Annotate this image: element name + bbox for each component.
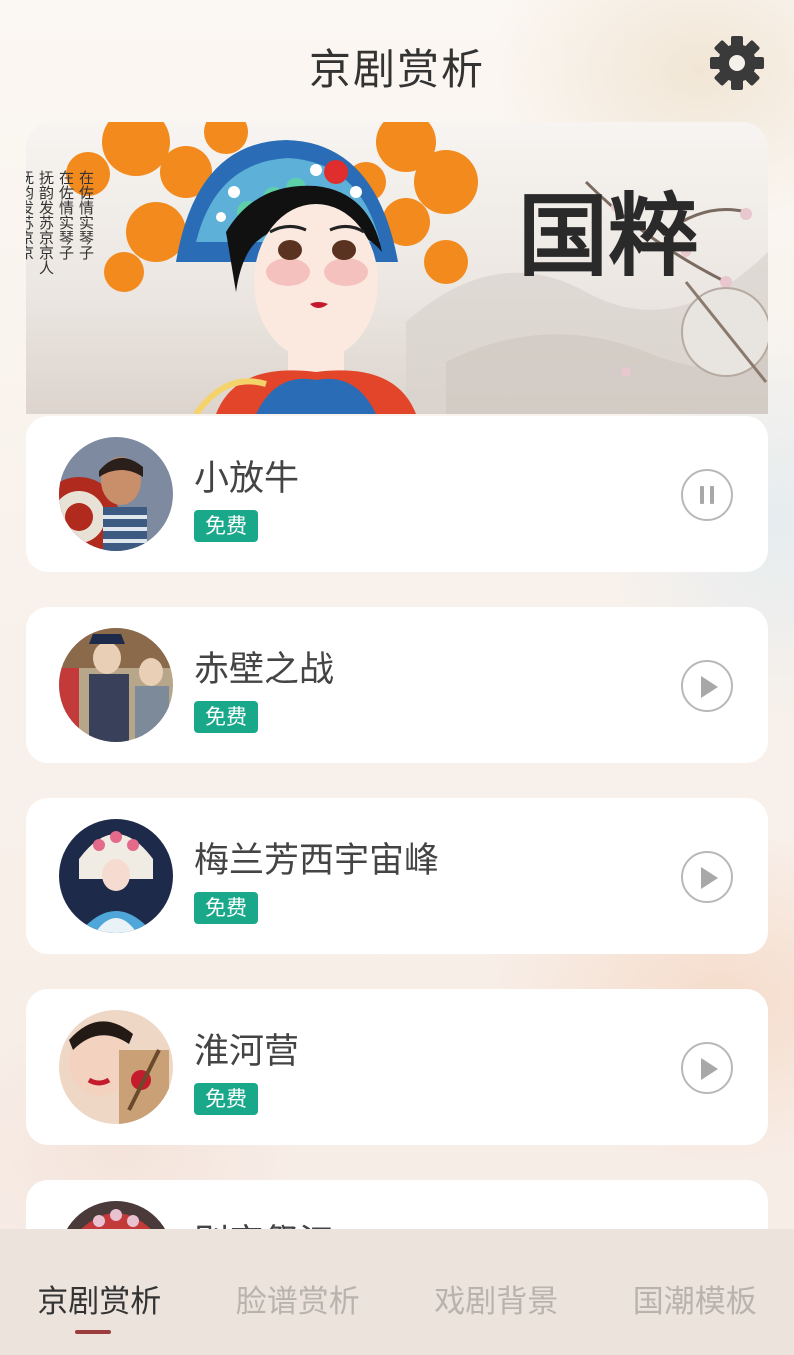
poem-line: 抚韵发苏京京 [26, 170, 35, 261]
song-card[interactable]: 梅兰芳西宇宙峰 免费 [26, 798, 768, 954]
poem-line: 抚韵发苏京京人 [37, 170, 55, 275]
song-title: 小放牛 [194, 459, 300, 499]
play-button[interactable] [681, 1042, 733, 1094]
gear-icon [710, 36, 764, 90]
play-icon [701, 1058, 718, 1080]
banner-illustration: 国粹 在佐情实琴子 在佐情实琴子 抚韵发苏京京人 抚韵发苏京京 [26, 122, 768, 414]
song-card[interactable]: 小放牛 免费 [26, 416, 768, 572]
song-title: 梅兰芳西宇宙峰 [194, 841, 440, 881]
song-title: 淮河营 [194, 1032, 300, 1072]
song-card[interactable]: 淮河营 免费 [26, 989, 768, 1145]
bottom-tab-bar: 京剧赏析 脸谱赏析 戏剧背景 国潮模板 [0, 1229, 794, 1355]
play-icon [701, 867, 718, 889]
poem-line: 在佐情实琴子 [57, 170, 75, 260]
free-badge: 免费 [194, 510, 258, 542]
free-badge: 免费 [194, 892, 258, 924]
free-badge: 免费 [194, 1083, 258, 1115]
header-bar: 京剧赏析 [0, 0, 794, 122]
play-button[interactable] [681, 851, 733, 903]
banner-poem: 在佐情实琴子 在佐情实琴子 抚韵发苏京京人 抚韵发苏京京 [26, 170, 95, 275]
song-title: 赤壁之战 [194, 650, 335, 690]
song-card[interactable]: 赤壁之战 免费 [26, 607, 768, 763]
calligraphy-text: 国粹 [518, 183, 698, 289]
page-title: 京剧赏析 [308, 45, 485, 94]
tab-guochao-templates[interactable]: 国潮模板 [596, 1229, 794, 1355]
tab-facial-masks[interactable]: 脸谱赏析 [199, 1229, 398, 1355]
free-badge: 免费 [194, 701, 258, 733]
song-thumbnail [59, 819, 173, 933]
play-button[interactable] [681, 660, 733, 712]
song-thumbnail [59, 1010, 173, 1124]
opera-banner[interactable]: 国粹 在佐情实琴子 在佐情实琴子 抚韵发苏京京人 抚韵发苏京京 [26, 122, 768, 414]
tab-drama-background[interactable]: 戏剧背景 [397, 1229, 596, 1355]
song-thumbnail [59, 437, 173, 551]
poem-line: 在佐情实琴子 [77, 170, 95, 260]
song-thumbnail [59, 628, 173, 742]
play-icon [701, 676, 718, 698]
tab-peking-opera[interactable]: 京剧赏析 [0, 1229, 199, 1355]
active-tab-indicator [75, 1330, 111, 1334]
pause-button[interactable] [681, 469, 733, 521]
settings-button[interactable] [708, 34, 766, 92]
